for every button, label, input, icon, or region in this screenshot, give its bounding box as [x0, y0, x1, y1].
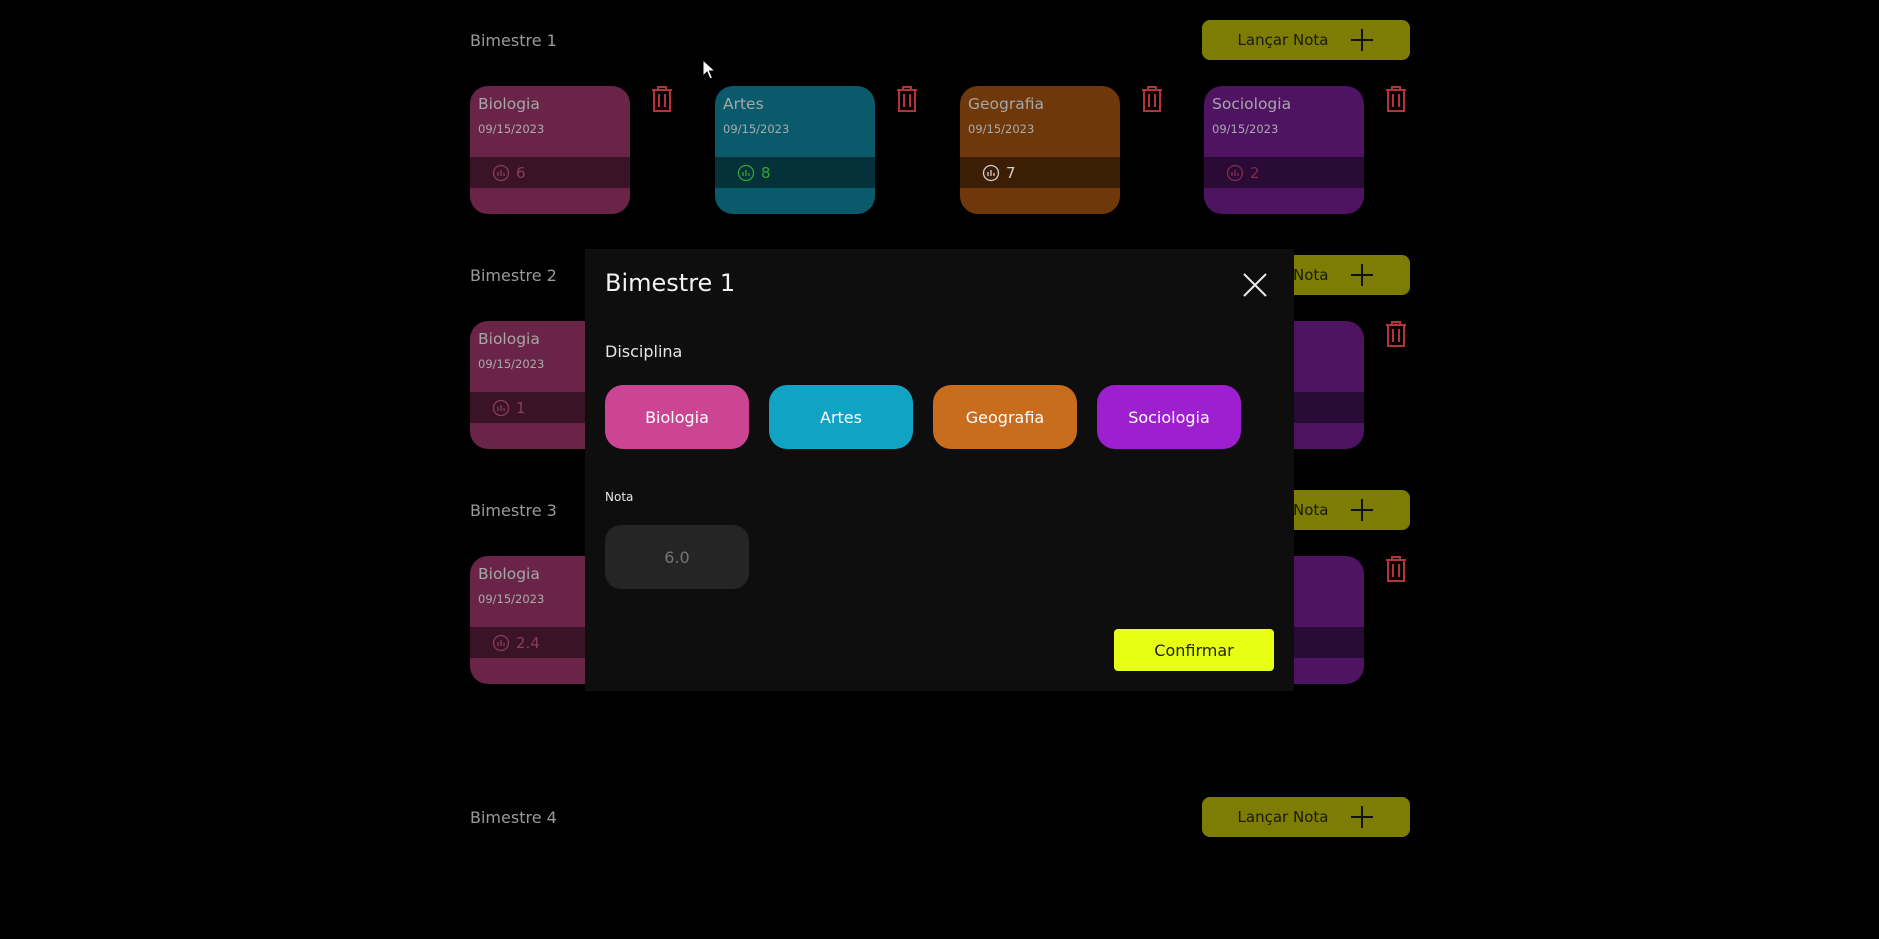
trash-icon[interactable]	[1384, 85, 1408, 113]
modal-title: Bimestre 1	[605, 269, 736, 297]
launch-grade-button[interactable]: Lançar Nota	[1202, 797, 1410, 837]
launch-grade-label: Lançar Nota	[1237, 808, 1329, 826]
card-date: 09/15/2023	[478, 357, 545, 371]
chart-icon	[982, 164, 1000, 181]
card-grade: 6	[516, 163, 526, 182]
chart-icon	[492, 399, 510, 416]
trash-icon[interactable]	[650, 85, 674, 113]
section-title: Bimestre 1	[470, 31, 557, 50]
card-date: 09/15/2023	[968, 122, 1035, 136]
section-title: Bimestre 2	[470, 266, 557, 285]
chart-icon	[737, 164, 755, 181]
subject-option-geografia[interactable]: Geografia	[933, 385, 1077, 449]
section-title: Bimestre 3	[470, 501, 557, 520]
plus-icon	[1351, 806, 1374, 828]
grade-card-biologia[interactable]: Biologia 09/15/2023 6	[470, 86, 630, 214]
grade-card-geografia[interactable]: Geografia 09/15/2023 7	[960, 86, 1120, 214]
card-grade: 2	[1250, 163, 1260, 182]
card-grade-band: 7	[960, 157, 1120, 188]
card-date: 09/15/2023	[478, 122, 545, 136]
card-grade: 1	[516, 398, 526, 417]
launch-grade-label: Lançar Nota	[1237, 31, 1329, 49]
plus-icon	[1351, 29, 1374, 51]
card-date: 09/15/2023	[478, 592, 545, 606]
card-subject: Biologia	[478, 95, 540, 113]
trash-icon[interactable]	[1384, 320, 1408, 348]
card-grade: 2.4	[516, 633, 540, 652]
grade-label: Nota	[605, 490, 634, 504]
launch-grade-modal: Bimestre 1 Disciplina Biologia Artes Geo…	[585, 249, 1294, 691]
card-subject: Sociologia	[1212, 95, 1292, 113]
close-icon[interactable]	[1242, 272, 1268, 298]
trash-icon[interactable]	[1384, 555, 1408, 583]
card-subject: Biologia	[478, 565, 540, 583]
trash-icon[interactable]	[895, 85, 919, 113]
page-background: Bimestre 1 Lançar Nota Biologia 09/15/20…	[0, 0, 1879, 939]
card-subject: Artes	[723, 95, 764, 113]
grade-input[interactable]	[605, 525, 749, 589]
plus-icon	[1351, 499, 1374, 521]
card-grade-band: 2	[1204, 157, 1364, 188]
card-date: 09/15/2023	[1212, 122, 1279, 136]
section-title: Bimestre 4	[470, 808, 557, 827]
subject-option-artes[interactable]: Artes	[769, 385, 913, 449]
card-subject: Biologia	[478, 330, 540, 348]
chart-icon	[492, 634, 510, 651]
card-grade: 7	[1006, 163, 1016, 182]
chart-icon	[1226, 164, 1244, 181]
subject-option-sociologia[interactable]: Sociologia	[1097, 385, 1241, 449]
card-grade-band: 8	[715, 157, 875, 188]
launch-grade-button[interactable]: Lançar Nota	[1202, 20, 1410, 60]
card-subject: Geografia	[968, 95, 1045, 113]
trash-icon[interactable]	[1140, 85, 1164, 113]
discipline-label: Disciplina	[605, 342, 683, 361]
card-grade-band: 6	[470, 157, 630, 188]
chart-icon	[492, 164, 510, 181]
card-grade: 8	[761, 163, 771, 182]
confirm-button[interactable]: Confirmar	[1114, 629, 1274, 671]
subject-option-biologia[interactable]: Biologia	[605, 385, 749, 449]
plus-icon	[1351, 264, 1374, 286]
card-date: 09/15/2023	[723, 122, 790, 136]
mouse-cursor-icon	[702, 59, 716, 80]
grade-card-artes[interactable]: Artes 09/15/2023 8	[715, 86, 875, 214]
grade-card-sociologia[interactable]: Sociologia 09/15/2023 2	[1204, 86, 1364, 214]
